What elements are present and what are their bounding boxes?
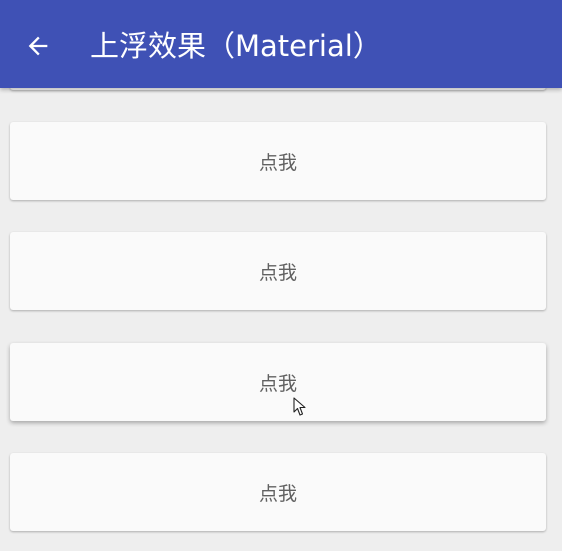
button-label: 点我 [258, 482, 297, 505]
app-toolbar: 上浮效果（Material） [0, 0, 562, 88]
click-me-button-1[interactable]: 点我 [10, 122, 546, 200]
button-label: 点我 [258, 372, 297, 395]
app-window: 点我 点我 点我 点我 上浮效果（Material） [0, 0, 562, 551]
click-me-button-2[interactable]: 点我 [10, 232, 546, 310]
click-me-button-3[interactable]: 点我 [10, 343, 546, 421]
button-label: 点我 [258, 261, 297, 284]
back-button[interactable] [14, 24, 62, 68]
click-me-button-4[interactable]: 点我 [10, 453, 546, 531]
button-label: 点我 [258, 151, 297, 174]
arrow-back-icon [28, 36, 48, 56]
mouse-pointer-icon [293, 397, 306, 416]
page-title: 上浮效果（Material） [90, 29, 382, 63]
